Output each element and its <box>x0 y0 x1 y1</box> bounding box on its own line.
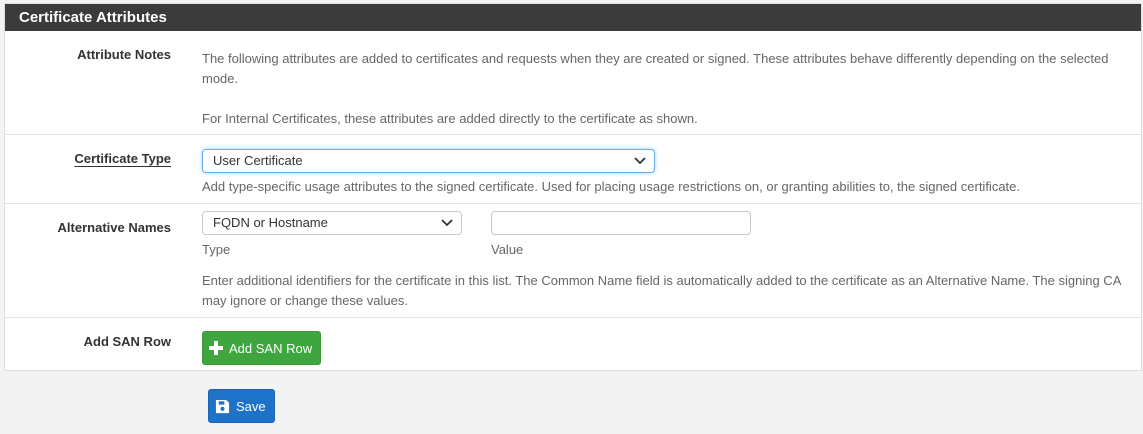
certificate-type-select[interactable]: User Certificate <box>202 149 655 173</box>
add-san-row-button-label: Add SAN Row <box>229 340 313 356</box>
floppy-disk-icon <box>215 399 230 413</box>
certificate-attributes-panel: Certificate Attributes Attribute Notes T… <box>4 3 1142 371</box>
certificate-type-help: Add type-specific usage attributes to th… <box>202 179 1020 194</box>
alternative-names-label: Alternative Names <box>57 220 171 235</box>
certificate-type-selected: User Certificate <box>213 153 303 168</box>
alternative-names-row: Alternative Names FQDN or Hostname Type … <box>5 204 1141 318</box>
alternative-names-type-selected: FQDN or Hostname <box>213 215 328 230</box>
attribute-notes-internal-text: For Internal Certificates, these attribu… <box>202 111 698 126</box>
alternative-names-help: Enter additional identifiers for the cer… <box>202 273 1121 308</box>
attribute-notes-label: Attribute Notes <box>77 47 171 62</box>
save-button-label: Save <box>236 398 266 414</box>
chevron-down-icon <box>441 219 453 227</box>
save-button[interactable]: Save <box>208 389 275 423</box>
panel-title: Certificate Attributes <box>5 4 1141 31</box>
add-san-row: Add SAN Row Add SAN Row <box>5 318 1141 370</box>
add-san-row-button[interactable]: Add SAN Row <box>202 331 322 365</box>
alternative-names-value-input[interactable] <box>491 211 751 235</box>
attribute-notes-row: Attribute Notes The following attributes… <box>5 31 1141 135</box>
alternative-names-value-label: Value <box>491 242 524 257</box>
certificate-type-label: Certificate Type <box>74 151 171 166</box>
alternative-names-type-select[interactable]: FQDN or Hostname <box>202 211 462 235</box>
alternative-names-type-label: Type <box>202 242 231 257</box>
certificate-type-row: Certificate Type User Certificate Add ty… <box>5 135 1141 204</box>
attribute-notes-text: The following attributes are added to ce… <box>202 51 1109 86</box>
plus-icon <box>209 341 223 355</box>
add-san-row-label: Add SAN Row <box>83 334 171 349</box>
chevron-down-icon <box>634 157 646 165</box>
